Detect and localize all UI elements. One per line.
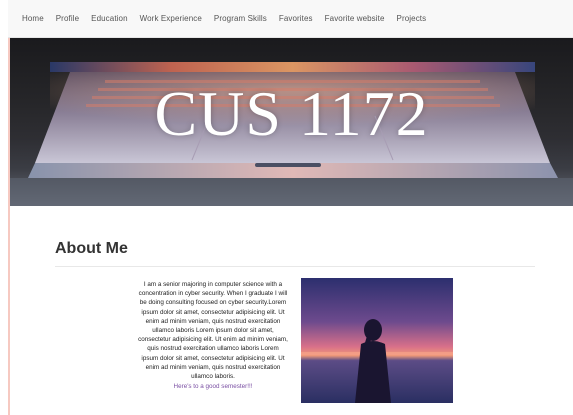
nav-link-favorite-website[interactable]: Favorite website — [325, 14, 385, 23]
nav-link-favorites[interactable]: Favorites — [279, 14, 313, 23]
nav-link-profile[interactable]: Profile — [56, 14, 79, 23]
hero-banner: CUS 1172 — [10, 38, 573, 206]
about-heading: About Me — [55, 240, 128, 257]
top-navbar: Home Profile Education Work Experience P… — [8, 0, 573, 38]
nav-link-home[interactable]: Home — [22, 14, 44, 23]
nav-link-work-experience[interactable]: Work Experience — [140, 14, 202, 23]
semester-link[interactable]: Here's to a good semester!!! — [138, 382, 288, 391]
about-paragraph: I am a senior majoring in computer scien… — [138, 280, 288, 391]
hero-title: CUS 1172 — [154, 78, 429, 149]
section-divider — [55, 266, 535, 267]
nav-link-program-skills[interactable]: Program Skills — [214, 14, 267, 23]
profile-photo — [301, 278, 453, 403]
nav-link-projects[interactable]: Projects — [397, 14, 427, 23]
silhouette-sunset-image — [301, 278, 453, 403]
nav-link-education[interactable]: Education — [91, 14, 127, 23]
about-body-text: I am a senior majoring in computer scien… — [138, 281, 288, 381]
